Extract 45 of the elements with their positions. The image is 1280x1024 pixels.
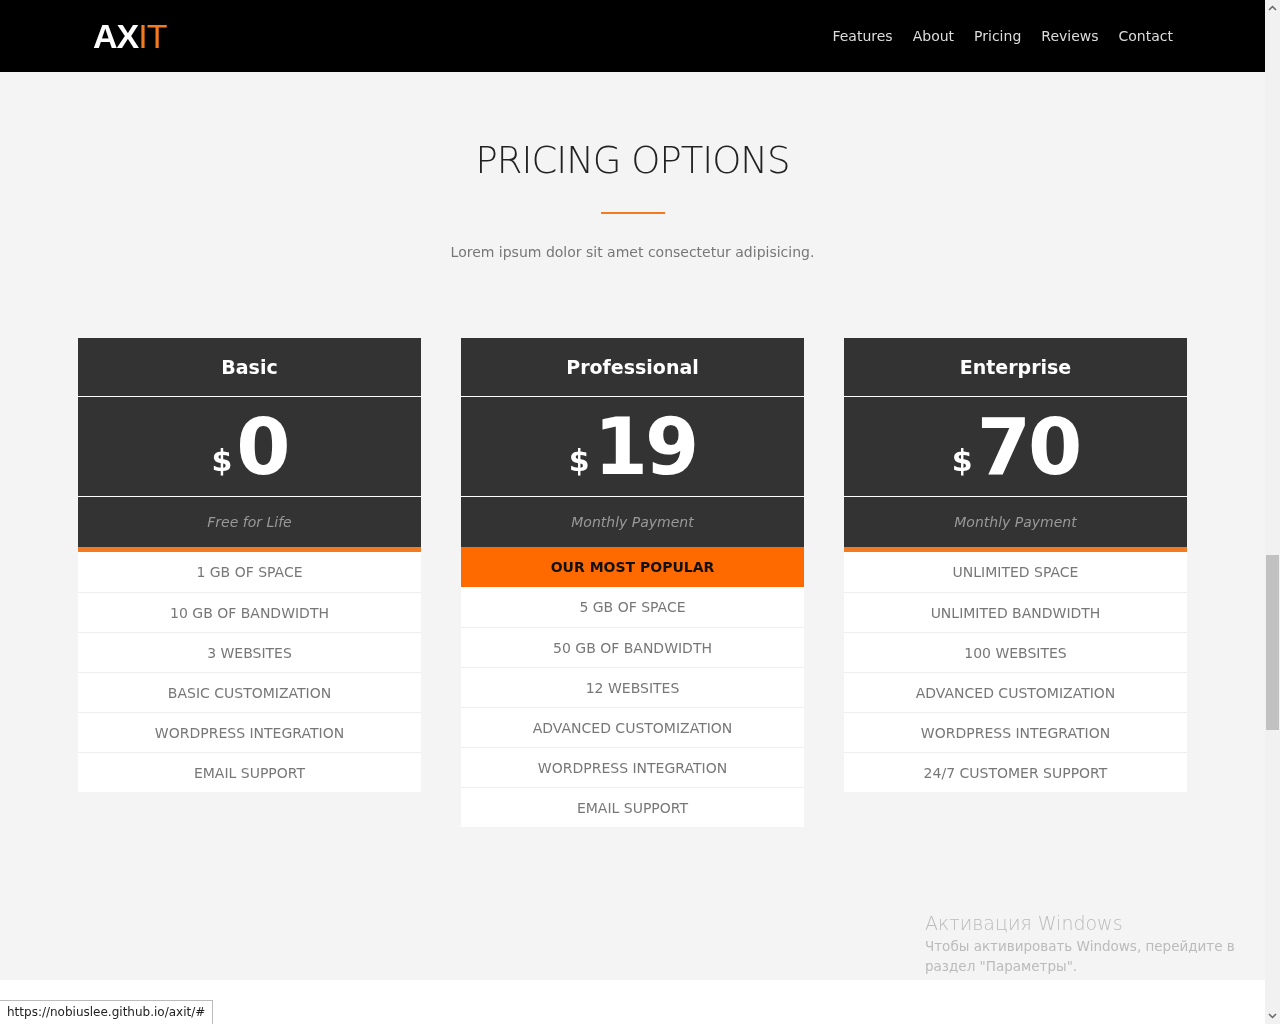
feature-row: BASIC CUSTOMIZATION xyxy=(78,672,421,712)
feature-row: ADVANCED CUSTOMIZATION xyxy=(844,672,1187,712)
feature-row: WORDPRESS INTEGRATION xyxy=(844,712,1187,752)
feature-row: EMAIL SUPPORT xyxy=(78,752,421,792)
popular-banner: OUR MOST POPULAR xyxy=(461,547,804,587)
feature-row: 12 WEBSITES xyxy=(461,667,804,707)
feature-row-text: 1 GB OF SPACE xyxy=(195,563,304,582)
logo[interactable]: AXIT xyxy=(93,16,167,56)
nav-link[interactable]: Reviews xyxy=(1041,28,1099,44)
feature-row: WORDPRESS INTEGRATION xyxy=(461,747,804,787)
currency-sign: $ xyxy=(211,443,233,478)
scroll-up-icon[interactable] xyxy=(1268,5,1277,11)
nav-link[interactable]: Features xyxy=(832,28,893,44)
plan-name: Enterprise xyxy=(844,338,1187,397)
feature-row: UNLIMITED BANDWIDTH xyxy=(844,592,1187,632)
plan-name: Professional xyxy=(461,338,804,397)
activation-title: Активация Windows xyxy=(925,912,1124,934)
feature-row: 10 GB OF BANDWIDTH xyxy=(78,592,421,632)
nav-link[interactable]: About xyxy=(912,28,955,44)
currency-sign: $ xyxy=(951,443,973,478)
price-amount: 70 xyxy=(976,407,1080,486)
scrollbar-thumb[interactable] xyxy=(1266,555,1279,730)
feature-row: 100 WEBSITES xyxy=(844,632,1187,672)
feature-row: ADVANCED CUSTOMIZATION xyxy=(461,707,804,747)
billing-period: Monthly Payment xyxy=(844,497,1187,552)
billing-period: Free for Life xyxy=(78,497,421,552)
feature-row: 3 WEBSITES xyxy=(78,632,421,672)
price-amount: 19 xyxy=(593,407,697,486)
price-amount: 0 xyxy=(236,407,288,486)
plan-name: Basic xyxy=(78,338,421,397)
nav-link[interactable]: Pricing xyxy=(974,28,1022,44)
feature-row: WORDPRESS INTEGRATION xyxy=(78,712,421,752)
feature-row-text: 5 GB OF SPACE xyxy=(578,598,687,617)
activation-message: Чтобы активировать Windows, перейдите в раздел "Параметры". xyxy=(925,937,1236,976)
feature-row: 24/7 CUSTOMER SUPPORT xyxy=(844,752,1187,792)
nav-link[interactable]: Contact xyxy=(1118,28,1173,44)
currency-sign: $ xyxy=(568,443,590,478)
billing-period: Monthly Payment xyxy=(461,497,804,547)
section-title: PRICING OPTIONS xyxy=(475,138,790,184)
status-url: https://nobiuslee.github.io/axit/# xyxy=(0,1000,214,1024)
scroll-down-icon[interactable] xyxy=(1268,1013,1277,1019)
feature-row: EMAIL SUPPORT xyxy=(461,787,804,827)
section-subtitle: Lorem ipsum dolor sit amet consectetur adipisicing. xyxy=(450,244,815,260)
feature-row-text: UNLIMITED SPACE xyxy=(951,563,1080,582)
feature-row: 50 GB OF BANDWIDTH xyxy=(461,627,804,667)
